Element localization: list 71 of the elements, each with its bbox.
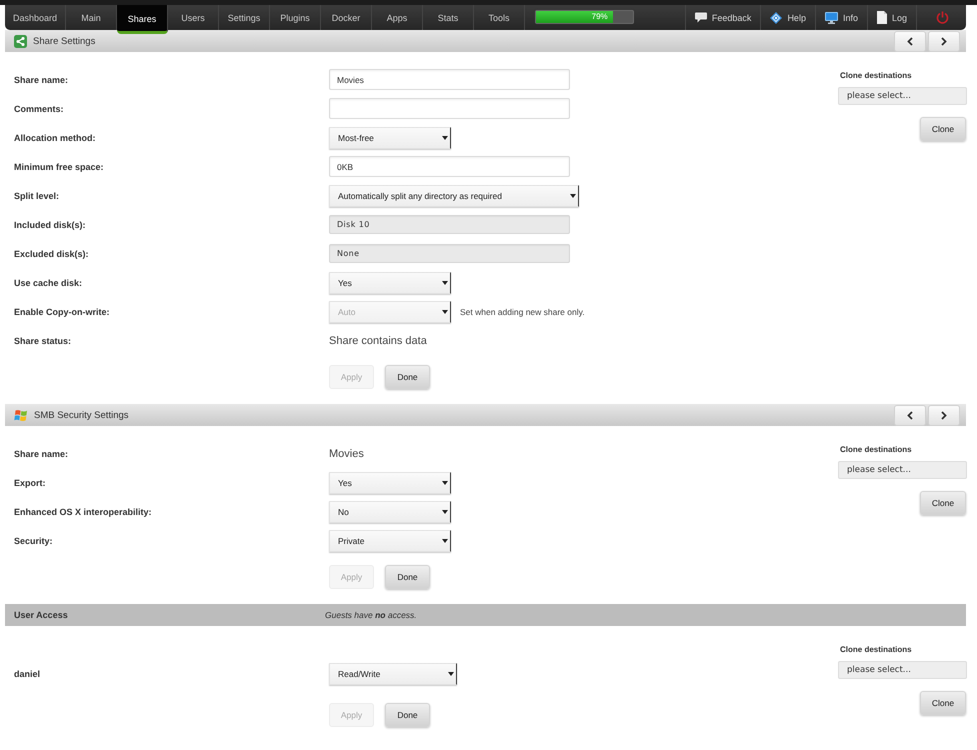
caret-icon (442, 136, 448, 140)
clone-button[interactable]: Clone (920, 117, 966, 141)
field-label: Share name: (14, 74, 70, 84)
value-text: Share contains data (329, 334, 427, 346)
clone-select[interactable]: please select... (838, 461, 967, 479)
clone-button[interactable]: Clone (920, 491, 966, 515)
field-label: Split level: (14, 190, 60, 200)
dropdown[interactable]: No (329, 500, 451, 522)
field-label: Excluded disk(s): (14, 248, 90, 258)
caret-icon (448, 672, 454, 676)
next-button[interactable] (928, 404, 960, 426)
clone-heading: Clone destinations (839, 70, 913, 81)
clone-button[interactable]: Clone (920, 691, 966, 715)
text-field[interactable]: Movies (329, 69, 570, 90)
dropdown[interactable]: Private (329, 530, 451, 552)
disk-field[interactable]: Disk 10 (329, 215, 570, 234)
usage-reading: 79% (592, 12, 608, 22)
caret-icon (442, 510, 448, 514)
dropdown[interactable]: Most-free (329, 126, 451, 148)
previous-button[interactable] (894, 404, 926, 426)
chevron-right-icon (941, 36, 947, 46)
text-field[interactable]: 0KB (329, 156, 570, 177)
section-title: User Access (14, 610, 69, 620)
monitor-icon (824, 12, 838, 24)
clone-select[interactable]: please select... (838, 661, 967, 679)
page-icon (876, 11, 887, 24)
dropdown[interactable]: Yes (329, 272, 451, 294)
previous-button[interactable] (894, 30, 926, 52)
chevron-left-icon (907, 36, 913, 46)
flag-icon (14, 408, 28, 422)
dropdown[interactable]: Read/Write (329, 662, 458, 684)
caret-icon (442, 480, 448, 484)
section-title: SMB Security Settings (34, 410, 129, 420)
field-label: Comments: (14, 104, 65, 114)
hint-text: Set when adding new share only. (460, 306, 585, 316)
field-label: Enable Copy-on-write: (14, 306, 111, 316)
done-button[interactable]: Done (385, 365, 430, 389)
clone-heading: Clone destinations (839, 644, 913, 655)
field-label: Use cache disk: (14, 278, 84, 288)
disk-field[interactable]: None (329, 244, 570, 263)
caret-icon (442, 310, 448, 314)
clone-heading: Clone destinations (839, 444, 913, 455)
dropdown[interactable]: Automatically split any directory as required (329, 184, 579, 206)
section-note: Guests have no access. (325, 610, 417, 620)
clone-select[interactable]: please select... (838, 87, 967, 105)
text-field[interactable] (329, 98, 570, 119)
field-label: Export: (14, 478, 46, 488)
nav-tab[interactable]: Shares (117, 5, 168, 34)
done-button[interactable]: Done (385, 703, 430, 727)
caret-icon (442, 538, 448, 542)
field-label: daniel (14, 668, 42, 678)
help-icon (770, 12, 782, 24)
power-icon (936, 11, 949, 24)
share-icon (14, 34, 27, 48)
field-label: Included disk(s): (14, 220, 87, 230)
field-label: Share name: (14, 448, 70, 458)
chevron-right-icon (941, 410, 947, 420)
dropdown[interactable]: Yes (329, 472, 451, 494)
field-label: Minimum free space: (14, 162, 105, 172)
field-label: Enhanced OS X interoperability: (14, 506, 153, 516)
caret-icon (570, 194, 576, 198)
field-label: Security: (14, 536, 54, 546)
field-label: Share status: (14, 336, 72, 346)
field-label: Allocation method: (14, 132, 96, 142)
section-title: Share Settings (33, 36, 96, 46)
speech-bubble-icon (694, 12, 707, 23)
chevron-left-icon (907, 410, 913, 420)
next-button[interactable] (928, 30, 960, 52)
value-text: Movies (329, 448, 364, 460)
done-button[interactable]: Done (385, 565, 430, 589)
caret-icon (442, 280, 448, 284)
